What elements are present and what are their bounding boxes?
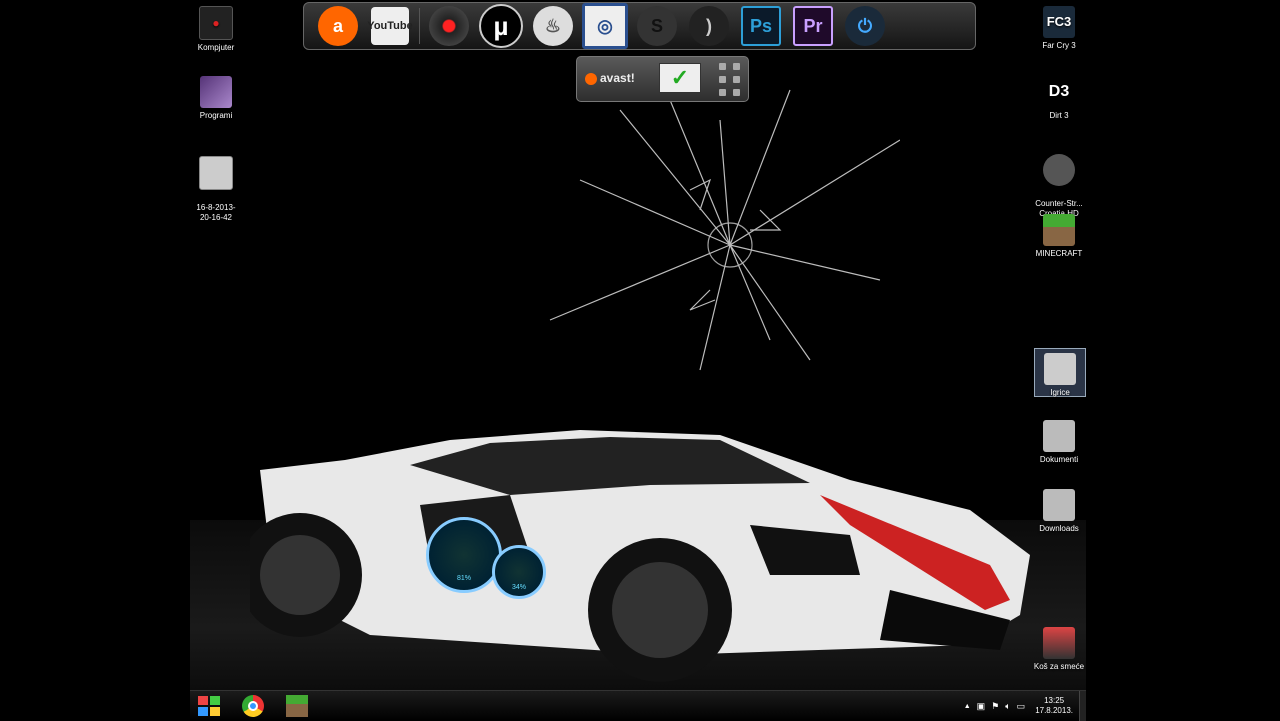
lamborghini-car — [250, 430, 1030, 682]
flag-icon[interactable]: ⚑ — [991, 701, 999, 712]
flame-icon: ♨ — [533, 6, 573, 46]
big-gauge: 81% — [426, 517, 502, 593]
speedometer-gadget: 81% 34% — [426, 517, 550, 605]
skype-icon: S — [637, 6, 677, 46]
avast-gadget[interactable]: avast! ✓ — [576, 56, 749, 102]
folder-icon — [1044, 353, 1076, 385]
computer-icon: ● — [199, 6, 233, 40]
network-icon[interactable]: ▣ — [977, 701, 986, 712]
desktop-icon-dirt-3[interactable]: D3 Dirt 3 — [1026, 76, 1086, 121]
power-icon: ⏻ — [845, 6, 885, 46]
desktop-icon-label: Downloads — [1039, 524, 1079, 533]
big-gauge-value: 81% — [456, 575, 471, 582]
dock-item-premiere[interactable]: Pr — [787, 4, 839, 48]
cracked-glass — [549, 89, 900, 371]
folder-icon — [1043, 489, 1075, 521]
dock-item-avast[interactable]: a — [312, 4, 364, 48]
desktop-icon-far-cry-3[interactable]: FC3 Far Cry 3 — [1026, 6, 1086, 51]
dock-separator — [419, 8, 420, 44]
start-button[interactable] — [194, 693, 224, 719]
clock-time: 13:25 — [1044, 696, 1065, 705]
video-file-icon — [199, 156, 233, 190]
folder-icon — [200, 76, 232, 108]
desktop-icon-label: Programi — [199, 111, 233, 120]
gadget-option-icon[interactable] — [719, 76, 726, 83]
recycle-bin-icon — [1043, 627, 1075, 659]
steam-icon: ◎ — [582, 3, 628, 49]
gadget-option-icon[interactable] — [719, 89, 726, 96]
avast-icon: a — [318, 6, 358, 46]
system-tray: ▲ ▣ ⚑ 🔈︎ ▭ 13:25 17.8.2013. — [958, 691, 1086, 721]
taskbar: ▲ ▣ ⚑ 🔈︎ ▭ 13:25 17.8.2013. — [190, 690, 1086, 721]
desktop-icon-label: Igrice — [1050, 388, 1070, 397]
desktop-icon-label: Far Cry 3 — [1042, 41, 1076, 50]
dock-item-skype[interactable]: S — [631, 4, 683, 48]
premiere-icon: Pr — [793, 6, 833, 46]
gadget-option-icon[interactable] — [733, 89, 740, 96]
desktop-icon-label: Dirt 3 — [1049, 111, 1069, 120]
youtube-icon: YouTube — [367, 7, 413, 45]
dock-item-burn[interactable]: ♨ — [527, 4, 579, 48]
dock-item-youtube[interactable]: YouTube — [364, 4, 416, 48]
desktop-icon-igrice[interactable]: Igrice — [1034, 348, 1086, 397]
origin-icon: ) — [689, 6, 729, 46]
far-cry-3-icon: FC3 — [1043, 6, 1075, 38]
volume-icon[interactable]: 🔈︎ — [1005, 701, 1010, 712]
small-gauge-value: 34% — [511, 584, 526, 591]
small-gauge: 34% — [492, 545, 546, 599]
gadget-option-icon[interactable] — [733, 76, 740, 83]
desktop-icon-recycle-bin[interactable]: Koš za smeće — [1026, 627, 1086, 672]
desktop-icon-minecraft[interactable]: MINECRAFT — [1026, 214, 1086, 259]
desktop-icon-label: 16-8-2013- 20-16-42 — [196, 203, 236, 222]
counter-strike-icon — [1043, 154, 1075, 186]
windows-logo-icon — [198, 696, 220, 716]
gadget-option-icon[interactable] — [719, 63, 726, 70]
dock-item-shutdown[interactable]: ⏻ — [839, 4, 891, 48]
chrome-center — [248, 701, 258, 711]
desktop-icon-downloads[interactable]: Downloads — [1026, 489, 1086, 534]
dock-item-origin[interactable]: ) — [683, 4, 735, 48]
desktop-icon-kompjuter[interactable]: ● Kompjuter — [190, 6, 249, 53]
rocket-dock: a YouTube µ ♨ ◎ S ) Ps Pr ⏻ — [303, 2, 976, 50]
dirt-3-icon: D3 — [1048, 83, 1070, 100]
photoshop-icon: Ps — [741, 6, 781, 46]
utorrent-icon: µ — [479, 4, 523, 48]
dock-item-photoshop[interactable]: Ps — [735, 4, 787, 48]
hal-eye-icon — [429, 6, 469, 46]
dock-item-steam[interactable]: ◎ — [579, 3, 631, 49]
monitor-icon[interactable]: ▭ — [1017, 701, 1026, 712]
desktop: 81% 34% ● Kompjuter Programi 16-8-2013- … — [190, 0, 1086, 720]
clock-date: 17.8.2013. — [1035, 706, 1073, 715]
dock-item-hal[interactable] — [423, 4, 475, 48]
desktop-icon-label: Dokumenti — [1039, 455, 1079, 464]
desktop-icon-label: Koš za smeće — [1033, 662, 1085, 671]
chrome-taskbar-icon[interactable] — [242, 695, 264, 717]
desktop-icon-label: MINECRAFT — [1035, 249, 1083, 258]
desktop-icon-video-file[interactable]: 16-8-2013- 20-16-42 — [190, 146, 249, 233]
dock-item-utorrent[interactable]: µ — [475, 4, 527, 48]
checkmark-icon: ✓ — [659, 63, 701, 93]
desktop-icon-dokumenti[interactable]: Dokumenti — [1026, 420, 1086, 465]
desktop-icon-label: Kompjuter — [197, 43, 235, 52]
minecraft-taskbar-icon[interactable] — [286, 695, 308, 717]
folder-icon — [1043, 420, 1075, 452]
show-desktop-button[interactable] — [1079, 691, 1086, 721]
avast-logo: avast! — [585, 71, 635, 85]
minecraft-icon — [1043, 214, 1075, 246]
gadget-option-icon[interactable] — [733, 63, 740, 70]
tray-expand-icon[interactable]: ▲ — [964, 703, 971, 710]
clock[interactable]: 13:25 17.8.2013. — [1035, 696, 1073, 716]
desktop-icon-programi[interactable]: Programi — [190, 76, 249, 121]
